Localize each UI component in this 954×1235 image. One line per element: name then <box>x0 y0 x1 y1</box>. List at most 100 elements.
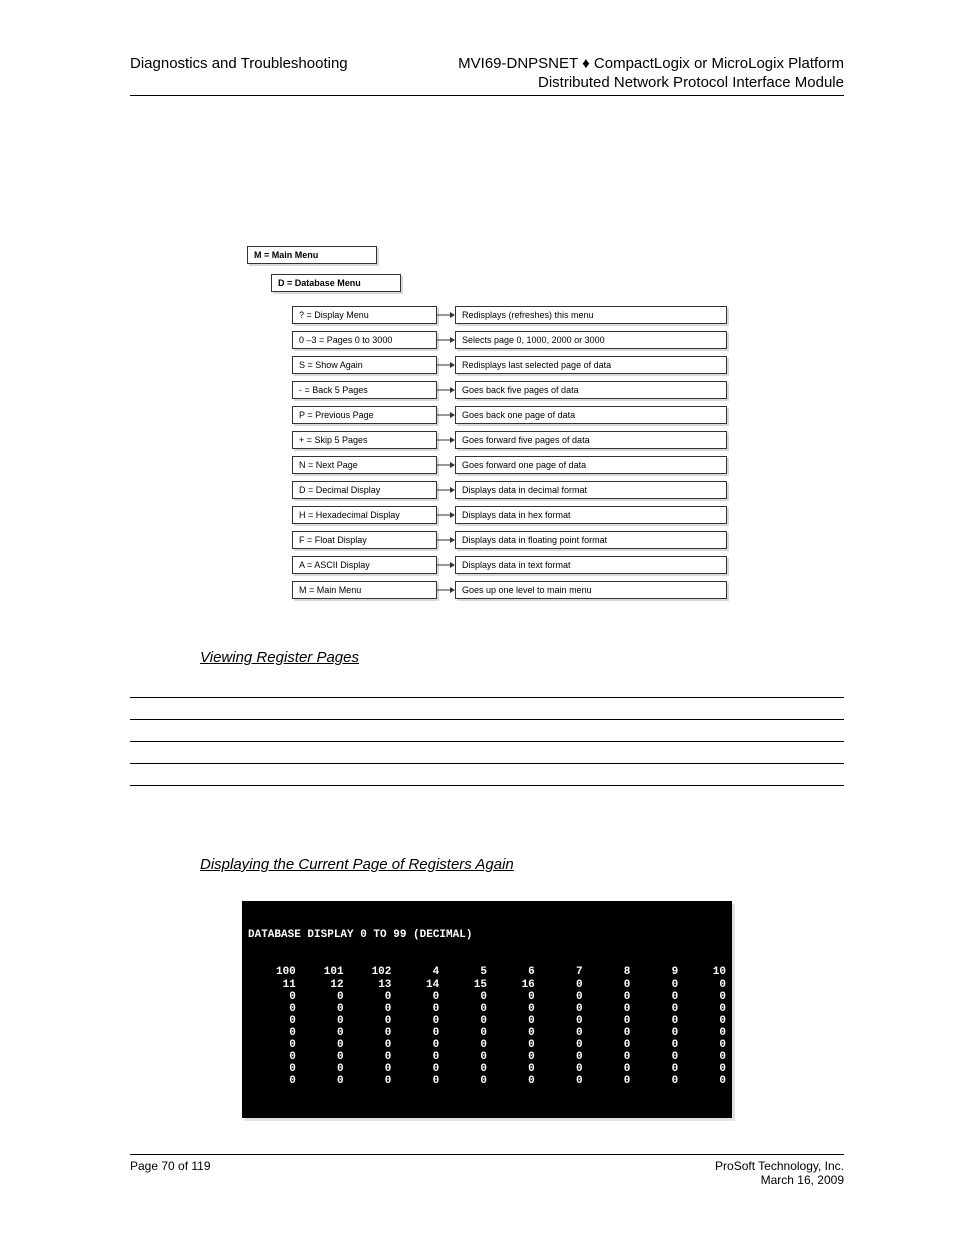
heading-viewing-register-pages: Viewing Register Pages <box>200 649 844 666</box>
terminal-cell: 0 <box>391 991 439 1003</box>
terminal-cell: 10 <box>678 966 726 978</box>
terminal-row: 0000000000 <box>248 1051 726 1063</box>
terminal-cell: 7 <box>535 966 583 978</box>
arrow-icon <box>437 435 455 445</box>
terminal-cell: 0 <box>296 1015 344 1027</box>
diagram-command: P = Previous Page <box>292 406 437 424</box>
arrow-icon <box>437 410 455 420</box>
terminal-cell: 8 <box>583 966 631 978</box>
terminal-cell: 0 <box>296 1075 344 1087</box>
terminal-row: 0000000000 <box>248 1039 726 1051</box>
arrow-icon <box>437 335 455 345</box>
terminal-cell: 0 <box>630 1015 678 1027</box>
arrow-icon <box>437 385 455 395</box>
diagram-description: Displays data in hex format <box>455 506 727 524</box>
diagram-command: + = Skip 5 Pages <box>292 431 437 449</box>
terminal-cell: 100 <box>248 966 296 978</box>
terminal-cell: 0 <box>344 1039 392 1051</box>
terminal-cell: 0 <box>439 1063 487 1075</box>
diagram-row: + = Skip 5 PagesGoes forward five pages … <box>292 431 727 449</box>
arrow-icon <box>437 535 455 545</box>
terminal-cell: 9 <box>630 966 678 978</box>
terminal-cell: 0 <box>439 1003 487 1015</box>
diagram-command: A = ASCII Display <box>292 556 437 574</box>
terminal-cell: 0 <box>248 1003 296 1015</box>
terminal-cell: 0 <box>678 1063 726 1075</box>
terminal-cell: 12 <box>296 979 344 991</box>
page-footer: Page 70 of 119 ProSoft Technology, Inc. … <box>130 1154 844 1187</box>
terminal-cell: 0 <box>344 1051 392 1063</box>
terminal-cell: 0 <box>630 1063 678 1075</box>
header-right-line1: MVI69-DNPSNET ♦ CompactLogix or MicroLog… <box>458 55 844 72</box>
diagram-command: D = Decimal Display <box>292 481 437 499</box>
page-header: Diagnostics and Troubleshooting MVI69-DN… <box>130 55 844 91</box>
terminal-cell: 102 <box>344 966 392 978</box>
terminal-cell: 101 <box>296 966 344 978</box>
terminal-cell: 0 <box>439 1051 487 1063</box>
heading-displaying-current-page: Displaying the Current Page of Registers… <box>200 856 844 873</box>
terminal-screenshot-wrapper: DATABASE DISPLAY 0 TO 99 (DECIMAL) 10010… <box>242 901 732 1118</box>
terminal-cell: 15 <box>439 979 487 991</box>
terminal-cell: 0 <box>678 1051 726 1063</box>
terminal-cell: 0 <box>630 1075 678 1087</box>
terminal-cell: 0 <box>296 1027 344 1039</box>
diagram-description: Selects page 0, 1000, 2000 or 3000 <box>455 331 727 349</box>
terminal-cell: 5 <box>439 966 487 978</box>
terminal-cell: 0 <box>630 991 678 1003</box>
footer-company: ProSoft Technology, Inc. <box>715 1159 844 1173</box>
diagram-row: - = Back 5 Pages Goes back five pages of … <box>292 381 727 399</box>
diagram-description: Redisplays (refreshes) this menu <box>455 306 727 324</box>
terminal-cell: 0 <box>535 1015 583 1027</box>
arrow-icon <box>437 485 455 495</box>
header-left: Diagnostics and Troubleshooting <box>130 55 348 91</box>
terminal-cell: 0 <box>487 1051 535 1063</box>
terminal-cell: 0 <box>344 1027 392 1039</box>
terminal-screenshot: DATABASE DISPLAY 0 TO 99 (DECIMAL) 10010… <box>242 901 732 1118</box>
terminal-cell: 0 <box>487 1015 535 1027</box>
terminal-cell: 0 <box>487 1075 535 1087</box>
terminal-cell: 0 <box>583 1051 631 1063</box>
terminal-cell: 0 <box>344 1075 392 1087</box>
terminal-cell: 0 <box>439 1075 487 1087</box>
terminal-cell: 0 <box>535 1075 583 1087</box>
diagram-command: S = Show Again <box>292 356 437 374</box>
diagram-row: 0 –3 = Pages 0 to 3000Selects page 0, 10… <box>292 331 727 349</box>
terminal-cell: 0 <box>248 1015 296 1027</box>
terminal-row: 10010110245678910 <box>248 966 726 978</box>
terminal-cell: 0 <box>583 1039 631 1051</box>
terminal-cell: 0 <box>344 991 392 1003</box>
header-right: MVI69-DNPSNET ♦ CompactLogix or MicroLog… <box>458 55 844 91</box>
terminal-cell: 0 <box>535 1003 583 1015</box>
terminal-row: 0000000000 <box>248 1027 726 1039</box>
arrow-icon <box>437 460 455 470</box>
arrow-icon <box>437 585 455 595</box>
diagram-command: - = Back 5 Pages <box>292 381 437 399</box>
terminal-cell: 0 <box>678 1003 726 1015</box>
diagram-description: Redisplays last selected page of data <box>455 356 727 374</box>
diagram-description: Goes back five pages of data <box>455 381 727 399</box>
terminal-cell: 0 <box>296 991 344 1003</box>
arrow-icon <box>437 560 455 570</box>
terminal-cell: 0 <box>535 979 583 991</box>
diagram-row: H = Hexadecimal DisplayDisplays data in … <box>292 506 727 524</box>
terminal-cell: 0 <box>296 1039 344 1051</box>
terminal-cell: 16 <box>487 979 535 991</box>
diagram-description: Goes up one level to main menu <box>455 581 727 599</box>
diagram-description: Goes forward one page of data <box>455 456 727 474</box>
terminal-cell: 0 <box>678 979 726 991</box>
footer-page-number: Page 70 of 119 <box>130 1159 211 1173</box>
terminal-cell: 0 <box>391 1003 439 1015</box>
terminal-cell: 0 <box>678 991 726 1003</box>
terminal-cell: 0 <box>583 1003 631 1015</box>
terminal-cell: 0 <box>535 991 583 1003</box>
footer-date: March 16, 2009 <box>761 1173 844 1187</box>
terminal-cell: 0 <box>391 1039 439 1051</box>
diagram-command: F = Float Display <box>292 531 437 549</box>
diagram-row: P = Previous PageGoes back one page of d… <box>292 406 727 424</box>
terminal-cell: 0 <box>439 991 487 1003</box>
footer-rule <box>130 1154 844 1155</box>
diagram-row: M = Main MenuGoes up one level to main m… <box>292 581 727 599</box>
terminal-cell: 0 <box>630 1051 678 1063</box>
terminal-cell: 0 <box>583 979 631 991</box>
diagram-row: F = Float DisplayDisplays data in floati… <box>292 531 727 549</box>
